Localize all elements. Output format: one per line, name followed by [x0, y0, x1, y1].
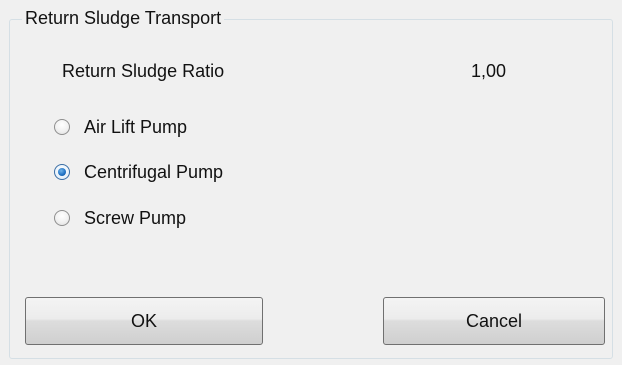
centrifugal-pump-label: Centrifugal Pump	[84, 162, 224, 182]
radio-unchecked-icon[interactable]	[54, 119, 70, 135]
cancel-button[interactable]: Cancel	[383, 297, 605, 345]
ok-button[interactable]: OK	[25, 297, 263, 345]
screw-pump-radio[interactable]: Screw Pump	[54, 206, 186, 230]
radio-unchecked-icon[interactable]	[54, 210, 70, 226]
centrifugal-pump-radio[interactable]: Centrifugal Pump	[54, 160, 223, 184]
screw-pump-label: Screw Pump	[84, 208, 187, 228]
air-lift-pump-radio[interactable]: Air Lift Pump	[54, 115, 187, 139]
group-title: Return Sludge Transport	[22, 6, 225, 30]
return-sludge-ratio-value: 1,00	[471, 61, 507, 81]
radio-checked-icon[interactable]	[54, 164, 70, 180]
radio-dot-icon	[58, 168, 66, 176]
air-lift-pump-label: Air Lift Pump	[84, 117, 188, 137]
return-sludge-ratio-label: Return Sludge Ratio	[62, 61, 225, 81]
